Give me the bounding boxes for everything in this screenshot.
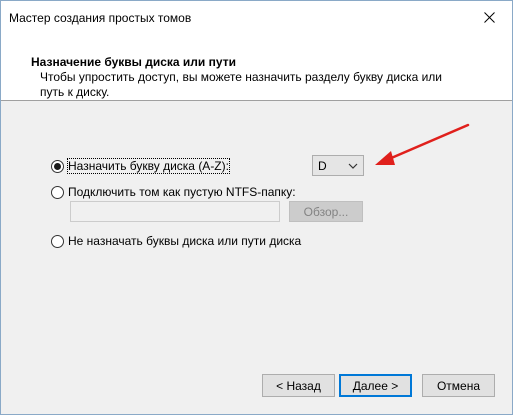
radio-mount-folder[interactable] [51, 185, 64, 199]
folder-path-input[interactable] [70, 201, 280, 222]
option-assign-letter-label: Назначить букву диска (A-Z): [67, 158, 230, 174]
page-description: Чтобы упростить доступ, вы можете назнач… [40, 70, 443, 99]
title-bar: Мастер создания простых томов [1, 1, 512, 33]
chevron-down-icon [346, 163, 360, 169]
drive-letter-dropdown[interactable]: D [312, 155, 364, 176]
radio-assign-letter[interactable] [51, 159, 64, 173]
option-no-assign[interactable]: Не назначать буквы диска или пути диска [51, 234, 301, 248]
option-no-assign-label: Не назначать буквы диска или пути диска [68, 234, 302, 248]
wizard-header: Назначение буквы диска или пути Чтобы уп… [1, 33, 512, 101]
option-mount-folder[interactable]: Подключить том как пустую NTFS-папку: [51, 185, 296, 199]
wizard-content [1, 102, 512, 362]
option-mount-folder-label: Подключить том как пустую NTFS-папку: [68, 185, 296, 199]
close-icon [483, 11, 495, 23]
option-assign-letter[interactable]: Назначить букву диска (A-Z): [51, 158, 230, 174]
browse-button[interactable]: Обзор... [289, 201, 363, 222]
window-title: Мастер создания простых томов [9, 11, 192, 25]
cancel-button[interactable]: Отмена [422, 374, 495, 397]
close-button[interactable] [466, 1, 512, 33]
wizard-footer: < Назад Далее > Отмена [1, 362, 512, 414]
wizard-window: Мастер создания простых томов Назначение… [0, 0, 513, 415]
next-button[interactable]: Далее > [339, 374, 412, 397]
back-button[interactable]: < Назад [262, 374, 335, 397]
drive-letter-value: D [318, 158, 327, 173]
page-title: Назначение буквы диска или пути [31, 55, 236, 69]
radio-no-assign[interactable] [51, 234, 64, 248]
